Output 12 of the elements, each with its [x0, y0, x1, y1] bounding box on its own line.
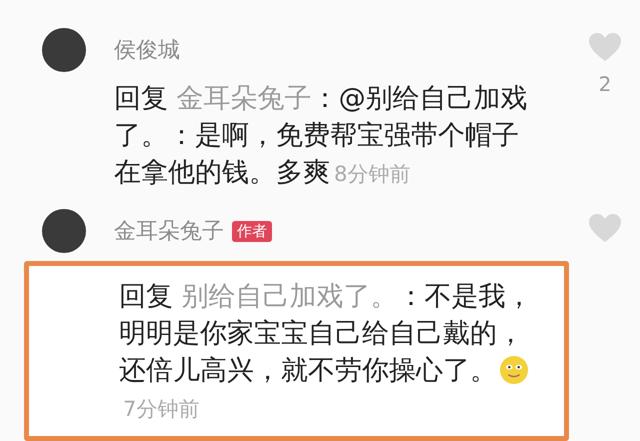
comment-text: 回复 金耳朵兔子：@别给自己加戏了。：是啊，免费帮宝强带个帽子在拿他的钱。多爽 8分钟前	[114, 82, 529, 190]
comment-text: 回复 别给自己加戏了。：不是我，明明是你家宝宝自己给自己戴的，还倍儿高兴，就不劳你操心了。 7分钟前	[24, 261, 569, 441]
timestamp: 7分钟前	[123, 397, 200, 421]
timestamp: 8分钟前	[334, 162, 410, 186]
avatar[interactable]	[42, 209, 86, 253]
reply-target-link[interactable]: 金耳朵兔子	[176, 83, 312, 114]
author-name[interactable]: 金耳朵兔子	[114, 216, 224, 246]
author-name[interactable]: 侯俊城	[114, 35, 180, 65]
avatar[interactable]	[42, 28, 86, 72]
author-badge: 作者	[232, 220, 272, 242]
reply-target-link[interactable]: 别给自己加戏了。	[182, 281, 398, 312]
like-count: 2	[598, 72, 612, 96]
